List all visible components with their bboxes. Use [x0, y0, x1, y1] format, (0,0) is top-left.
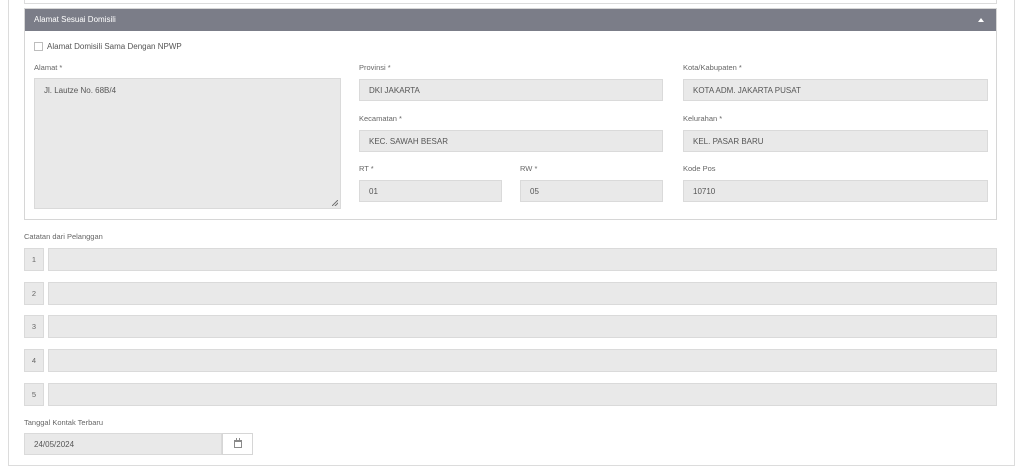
kode-pos-field[interactable]: 10710 — [683, 180, 988, 202]
calendar-icon — [234, 438, 242, 448]
alamat-textarea[interactable]: Jl. Lautze No. 68B/4 — [34, 78, 341, 209]
note-row: 3 — [24, 315, 997, 338]
address-panel-header[interactable]: Alamat Sesuai Domisili — [25, 9, 996, 31]
address-panel-title: Alamat Sesuai Domisili — [34, 15, 116, 24]
kecamatan-label: Kecamatan * — [359, 114, 402, 123]
alamat-value: Jl. Lautze No. 68B/4 — [44, 86, 117, 95]
resize-handle-icon[interactable] — [332, 200, 338, 206]
last-contact-label: Tanggal Kontak Terbaru — [24, 418, 104, 427]
kelurahan-field[interactable]: KEL. PASAR BARU — [683, 130, 988, 152]
same-as-npwp-checkbox[interactable] — [34, 42, 43, 51]
provinsi-label: Provinsi * — [359, 63, 391, 72]
note-number: 3 — [24, 315, 44, 338]
rw-field[interactable]: 05 — [520, 180, 663, 202]
address-panel: Alamat Sesuai Domisili Alamat Domisili S… — [24, 8, 997, 220]
note-input-3[interactable] — [48, 315, 997, 338]
note-input-4[interactable] — [48, 349, 997, 372]
note-input-1[interactable] — [48, 248, 997, 271]
kelurahan-label: Kelurahan * — [683, 114, 723, 123]
collapse-up-icon[interactable] — [978, 18, 984, 22]
notes-label: Catatan dari Pelanggan — [24, 232, 103, 241]
note-number: 5 — [24, 383, 44, 406]
date-picker-button[interactable] — [222, 433, 253, 455]
note-input-5[interactable] — [48, 383, 997, 406]
note-row: 5 — [24, 383, 997, 406]
alamat-label: Alamat * — [34, 63, 63, 72]
note-row: 4 — [24, 349, 997, 372]
note-row: 2 — [24, 282, 997, 305]
note-number: 2 — [24, 282, 44, 305]
previous-section-edge — [24, 0, 997, 4]
rt-label: RT * — [359, 164, 374, 173]
note-row: 1 — [24, 248, 997, 271]
note-number: 4 — [24, 349, 44, 372]
note-number: 1 — [24, 248, 44, 271]
rw-label: RW * — [520, 164, 538, 173]
note-input-2[interactable] — [48, 282, 997, 305]
kota-field[interactable]: KOTA ADM. JAKARTA PUSAT — [683, 79, 988, 101]
same-as-npwp-label: Alamat Domisili Sama Dengan NPWP — [47, 42, 182, 51]
rt-field[interactable]: 01 — [359, 180, 502, 202]
last-contact-date-input[interactable]: 24/05/2024 — [24, 433, 222, 455]
kota-label: Kota/Kabupaten * — [683, 63, 742, 72]
kecamatan-field[interactable]: KEC. SAWAH BESAR — [359, 130, 663, 152]
provinsi-field[interactable]: DKI JAKARTA — [359, 79, 663, 101]
kode-pos-label: Kode Pos — [683, 164, 716, 173]
